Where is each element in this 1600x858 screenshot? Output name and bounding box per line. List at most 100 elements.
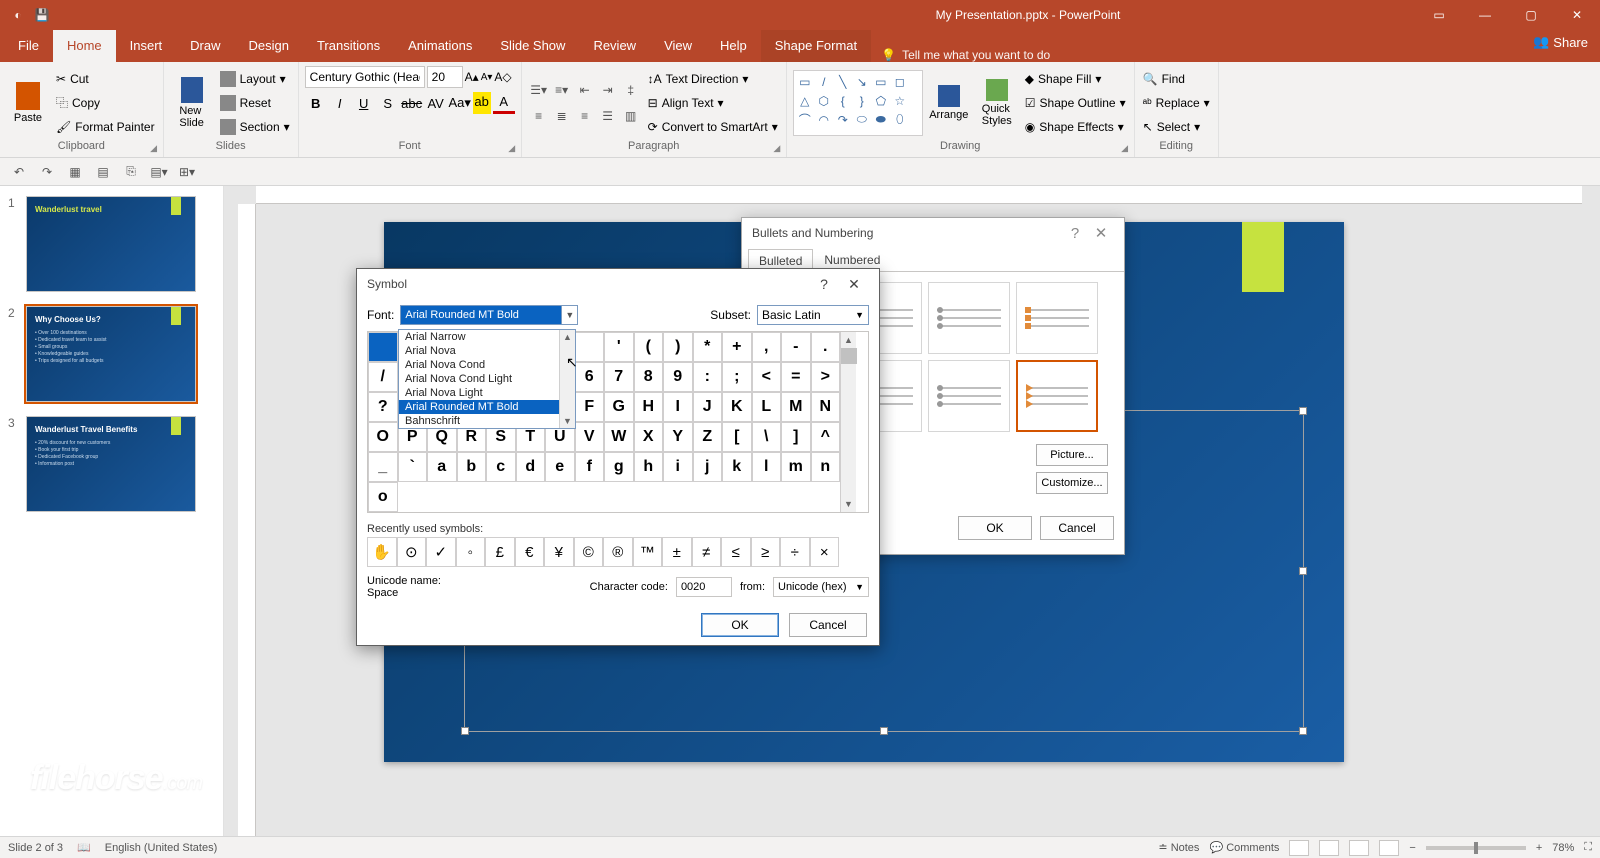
recent-symbol[interactable]: © [574, 537, 604, 567]
symbol-cell[interactable]: I [663, 392, 693, 422]
recent-symbol[interactable]: € [515, 537, 545, 567]
cut-button[interactable]: ✂Cut [54, 68, 157, 90]
autosave-toggle[interactable]: ◐ [8, 5, 28, 25]
layout-button[interactable]: Layout▾ [218, 68, 292, 90]
font-dropdown-list[interactable]: Arial Narrow Arial Nova Arial Nova Cond … [398, 329, 576, 429]
symbol-cell[interactable]: ) [663, 332, 693, 362]
recent-symbol[interactable]: × [810, 537, 840, 567]
tab-review[interactable]: Review [579, 30, 650, 62]
help-button[interactable]: ? [1062, 225, 1088, 242]
spellcheck-icon[interactable]: 📖 [77, 841, 91, 854]
tab-slideshow[interactable]: Slide Show [486, 30, 579, 62]
font-option[interactable]: Arial Nova [399, 344, 575, 358]
tell-me-search[interactable]: 💡Tell me what you want to do [881, 48, 1050, 62]
reading-view-button[interactable] [1349, 840, 1369, 856]
symbol-cell[interactable]: = [781, 362, 811, 392]
numbering-button[interactable]: ≡▾ [551, 79, 573, 101]
zoom-out-button[interactable]: − [1409, 842, 1415, 854]
align-text-button[interactable]: ⊟Align Text▾ [646, 92, 780, 114]
case-button[interactable]: Aa▾ [449, 92, 471, 114]
symbol-cell[interactable]: k [722, 452, 752, 482]
symbol-cell[interactable]: > [811, 362, 841, 392]
font-combo-input[interactable] [401, 306, 561, 324]
slide-thumbnail[interactable]: Wanderlust travel [26, 196, 196, 292]
symbol-cell[interactable]: < [752, 362, 782, 392]
symbol-cell[interactable]: G [604, 392, 634, 422]
symbol-cell[interactable] [575, 332, 605, 362]
language-indicator[interactable]: English (United States) [105, 842, 218, 854]
symbol-cell[interactable]: . [811, 332, 841, 362]
symbol-cell[interactable]: Y [663, 422, 693, 452]
shape-fill-button[interactable]: ◆Shape Fill▾ [1023, 68, 1128, 90]
bold-button[interactable]: B [305, 92, 327, 114]
symbol-cell[interactable]: 8 [634, 362, 664, 392]
recent-symbol[interactable]: ¥ [544, 537, 574, 567]
quick-styles-button[interactable]: Quick Styles [975, 68, 1019, 138]
font-option[interactable]: Bahnschrift [399, 414, 575, 428]
line-spacing-button[interactable]: ‡ [620, 79, 642, 101]
slideshow-view-button[interactable] [1379, 840, 1399, 856]
drawing-launcher[interactable]: ◢ [1118, 141, 1132, 155]
align-right-button[interactable]: ≡ [574, 105, 596, 127]
font-color-button[interactable]: A [493, 92, 515, 114]
tab-insert[interactable]: Insert [116, 30, 177, 62]
font-option[interactable]: Arial Nova Light [399, 386, 575, 400]
symbol-cell[interactable]: 6 [575, 362, 605, 392]
bullets-button[interactable]: ☰▾ [528, 79, 550, 101]
tab-file[interactable]: File [4, 30, 53, 62]
undo-button[interactable]: ↶ [8, 161, 30, 183]
symbol-cell[interactable]: _ [368, 452, 398, 482]
highlight-button[interactable]: ab [473, 92, 491, 114]
notes-button[interactable]: ≐ Notes [1158, 841, 1199, 854]
qat-btn[interactable]: ⎘ [120, 161, 142, 183]
symbol-cell[interactable]: f [575, 452, 605, 482]
close-button[interactable]: ✕ [1088, 224, 1114, 242]
symbol-cell[interactable]: J [693, 392, 723, 422]
symbol-cell[interactable]: * [693, 332, 723, 362]
font-size-input[interactable] [427, 66, 463, 88]
spacing-button[interactable]: AV [425, 92, 447, 114]
tab-home[interactable]: Home [53, 30, 116, 62]
cancel-button[interactable]: Cancel [1040, 516, 1114, 540]
slide-thumbnail[interactable]: Why Choose Us? • Over 100 destinations• … [26, 306, 196, 402]
find-button[interactable]: 🔍Find [1141, 68, 1212, 90]
recent-symbol[interactable]: ◦ [456, 537, 486, 567]
fit-button[interactable]: ⛶ [1584, 841, 1592, 854]
paste-button[interactable]: Paste [6, 68, 50, 138]
reset-button[interactable]: Reset [218, 92, 292, 114]
qat-btn[interactable]: ▤ [92, 161, 114, 183]
bullet-option-selected[interactable] [1016, 360, 1098, 432]
save-icon[interactable]: 💾 [32, 5, 52, 25]
tab-help[interactable]: Help [706, 30, 761, 62]
recent-symbol[interactable]: ✓ [426, 537, 456, 567]
symbol-cell[interactable]: m [781, 452, 811, 482]
symbol-cell[interactable]: M [781, 392, 811, 422]
font-launcher[interactable]: ◢ [505, 141, 519, 155]
symbol-cell[interactable]: e [545, 452, 575, 482]
symbol-cell[interactable]: ] [781, 422, 811, 452]
recent-symbol[interactable]: ± [662, 537, 692, 567]
comments-button[interactable]: 💬 Comments [1209, 841, 1279, 854]
cancel-button[interactable]: Cancel [789, 613, 867, 637]
customize-button[interactable]: Customize... [1036, 472, 1108, 494]
symbol-cell[interactable]: [ [722, 422, 752, 452]
new-slide-button[interactable]: New Slide [170, 68, 214, 138]
symbol-cell[interactable]: L [752, 392, 782, 422]
zoom-in-button[interactable]: + [1536, 842, 1542, 854]
symbol-cell[interactable]: c [486, 452, 516, 482]
close-button[interactable]: ✕ [1554, 0, 1600, 30]
shape-effects-button[interactable]: ◉Shape Effects▾ [1023, 116, 1128, 138]
replace-button[interactable]: ᵃᵇReplace▾ [1141, 92, 1212, 114]
font-name-input[interactable] [305, 66, 425, 88]
format-painter-button[interactable]: 🖌Format Painter [54, 116, 157, 138]
copy-button[interactable]: ⿻Copy [54, 92, 157, 114]
align-left-button[interactable]: ≡ [528, 105, 550, 127]
symbol-cell[interactable]: 9 [663, 362, 693, 392]
slide-thumbnail[interactable]: Wanderlust Travel Benefits • 20% discoun… [26, 416, 196, 512]
symbol-cell[interactable]: ; [722, 362, 752, 392]
symbol-cell[interactable]: H [634, 392, 664, 422]
slide-thumbnail-pane[interactable]: 1 Wanderlust travel 2 Why Choose Us? • O… [0, 186, 224, 836]
symbol-cell[interactable]: i [663, 452, 693, 482]
qat-btn[interactable]: ⊞▾ [176, 161, 198, 183]
recent-symbol[interactable]: ✋ [367, 537, 397, 567]
